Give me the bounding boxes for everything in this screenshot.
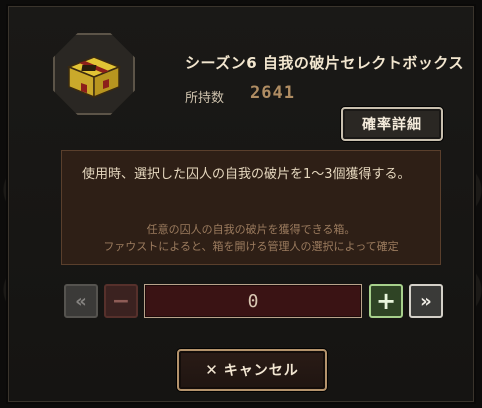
quantity-decrease-button[interactable]: − (104, 284, 138, 318)
item-use-dialog: シーズン6 自我の破片セレクトボックス 所持数 2641 確率詳細 使用時、選択… (8, 6, 474, 402)
quantity-min-button[interactable]: « (64, 284, 98, 318)
item-flavor-text: 任意の囚人の自我の破片を獲得できる箱。 ファウストによると、箱を開ける管理人の選… (62, 221, 440, 255)
owned-count-label: 所持数 (185, 91, 225, 106)
item-icon-frame (53, 33, 135, 115)
item-title: シーズン6 自我の破片セレクトボックス (185, 54, 464, 72)
quantity-input[interactable]: 0 (144, 284, 362, 318)
close-icon: ✕ (205, 361, 218, 379)
treasure-chest-icon (66, 56, 122, 99)
item-flavor-line: ファウストによると、箱を開ける管理人の選択によって確定 (103, 240, 399, 253)
item-flavor-line: 任意の囚人の自我の破片を獲得できる箱。 (146, 223, 356, 236)
probability-details-button[interactable]: 確率詳細 (341, 107, 443, 141)
cancel-button-label: キャンセル (223, 363, 299, 379)
item-description-main: 使用時、選択した囚人の自我の破片を1～3個獲得する。 (82, 167, 411, 182)
owned-count-value: 2641 (250, 83, 295, 103)
quantity-increase-button[interactable]: + (369, 284, 403, 318)
cancel-button[interactable]: ✕ キャンセル (177, 349, 327, 391)
quantity-max-button[interactable]: » (409, 284, 443, 318)
item-description-panel: 使用時、選択した囚人の自我の破片を1～3個獲得する。 任意の囚人の自我の破片を獲… (61, 150, 441, 265)
